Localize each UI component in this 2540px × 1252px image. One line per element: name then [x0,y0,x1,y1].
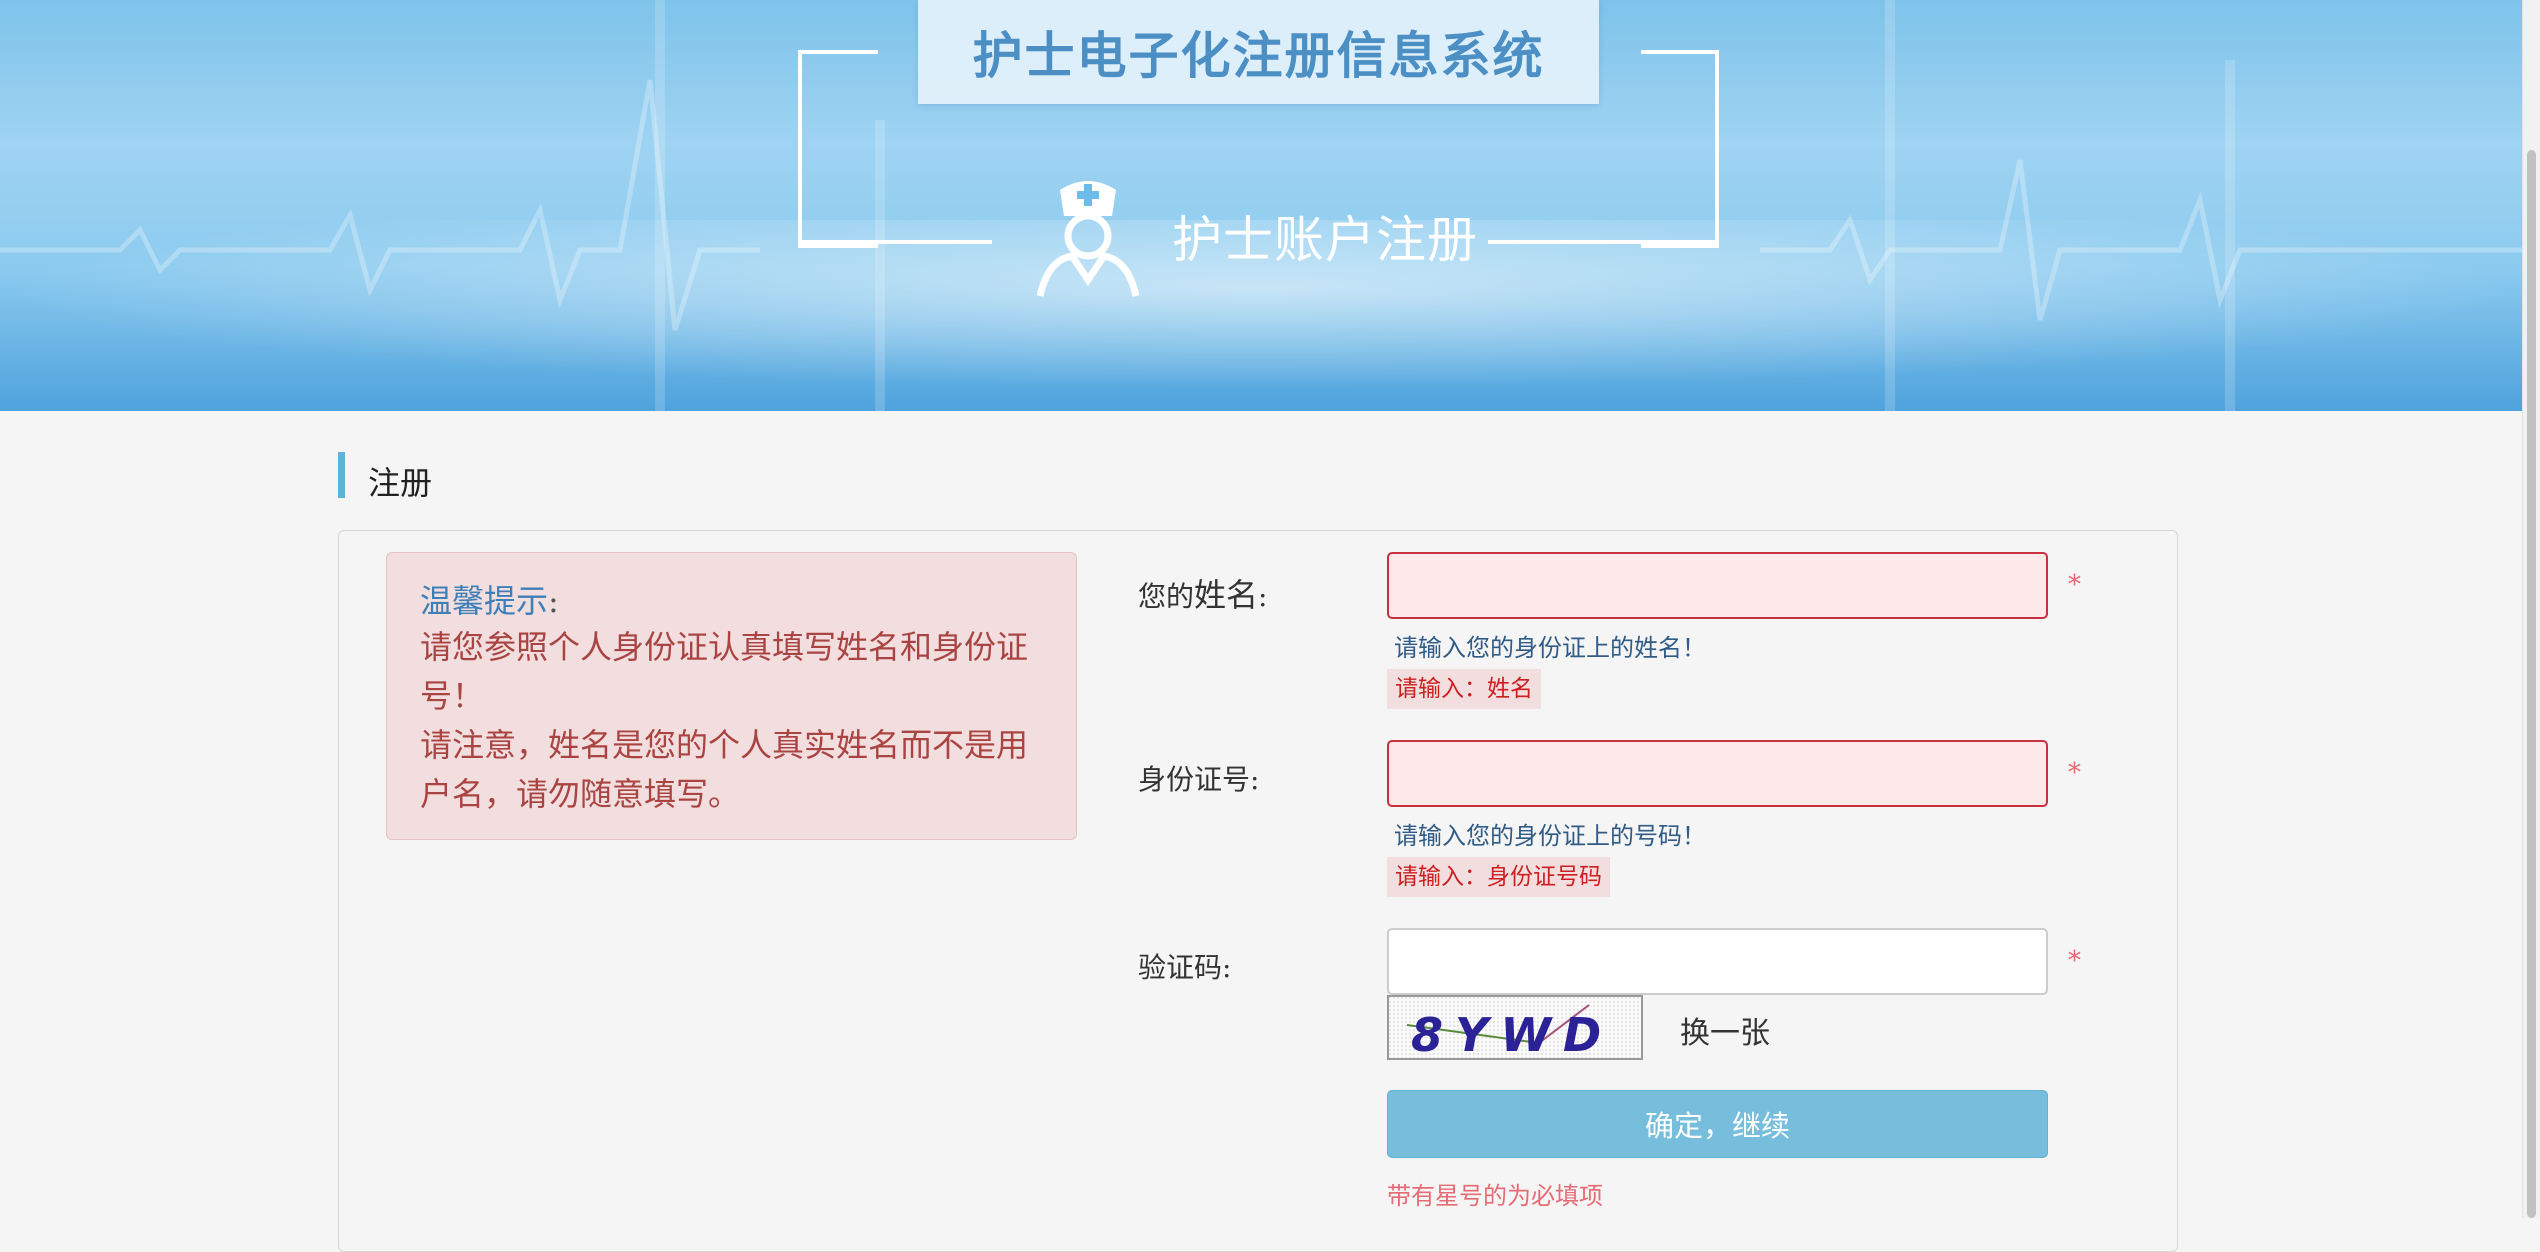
name-required-mark: * [2068,570,2081,600]
system-title-box: 护士电子化注册信息系统 [918,0,1599,104]
captcha-label: 验证码: [1138,951,1232,984]
captcha-image-graphic: 8YWD [1389,997,1641,1062]
name-label-main: 姓名 [1194,576,1259,614]
id-number-error-message: 请输入：身份证号码 [1387,857,1610,897]
captcha-required-mark: * [2068,946,2081,976]
frame-line-left [798,240,992,244]
notice-title: 温馨提示: [420,579,1046,623]
id-number-input[interactable] [1387,740,2048,807]
name-error-message: 请输入：姓名 [1387,669,1541,709]
id-number-required-mark: * [2068,758,2081,788]
notice-box: 温馨提示: 请您参照个人身份证认真填写姓名和身份证号！ 请注意，姓名是您的个人真… [386,552,1077,840]
id-number-hint: 请输入您的身份证上的号码！ [1394,822,1706,850]
submit-button[interactable]: 确定，继续 [1387,1090,2048,1158]
scrollbar-thumb[interactable] [2527,150,2536,1218]
system-title: 护士电子化注册信息系统 [972,27,1545,85]
notice-line-1: 请您参照个人身份证认真填写姓名和身份证号！ [420,628,1029,715]
captcha-image[interactable]: 8YWD [1387,995,1643,1062]
captcha-text: 8YWD [1411,1008,1613,1058]
name-input[interactable] [1387,552,2048,619]
header-banner: 护士电子化注册信息系统 护士账户注册 [0,0,2522,411]
banner-subtitle: 护士账户注册 [1172,211,1478,269]
captcha-input[interactable] [1387,928,2048,995]
captcha-refresh-link[interactable]: 换一张 [1680,1008,1770,1052]
id-number-label: 身份证号: [1138,763,1260,796]
section-title-accent [338,452,345,498]
name-label-prefix: 您的 [1138,580,1195,613]
name-label-suffix: : [1258,580,1268,613]
frame-line-right [1488,240,1718,244]
frame-right [1641,50,1719,248]
notice-title-colon: : [548,582,559,620]
nurse-icon [1036,181,1140,297]
name-hint: 请输入您的身份证上的姓名！ [1394,634,1706,662]
required-fields-note: 带有星号的为必填项 [1387,1182,1603,1210]
notice-line-2: 请注意，姓名是您的个人真实姓名而不是用户名，请勿随意填写。 [420,726,1029,813]
section-title: 注册 [368,464,433,502]
name-label: 您的姓名: [1138,570,1267,616]
frame-left [798,50,878,248]
notice-title-text: 温馨提示 [420,582,549,620]
